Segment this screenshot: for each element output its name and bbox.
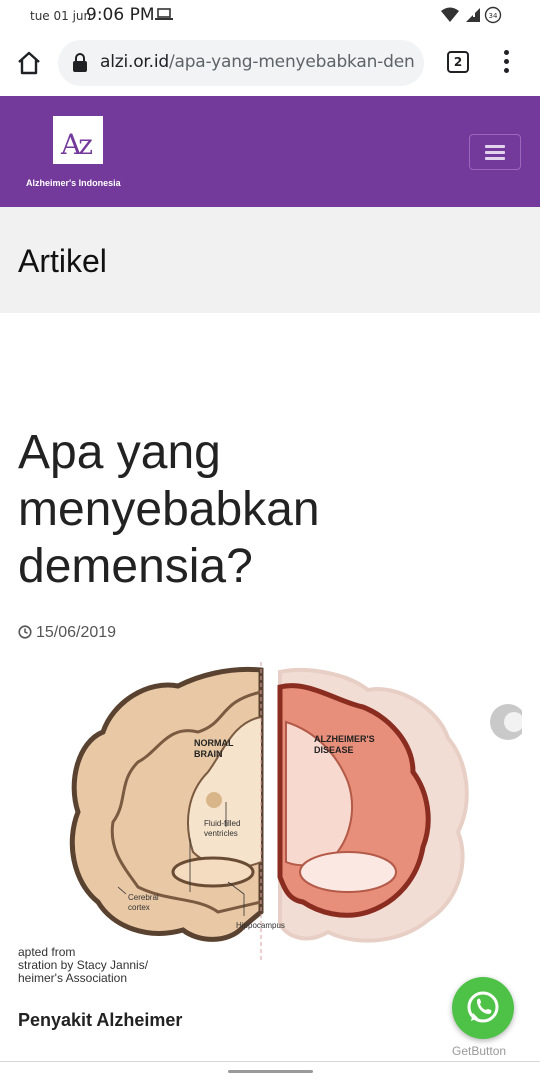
getbutton-label: GetButton bbox=[452, 1044, 507, 1058]
url-text[interactable]: alzi.or.id/apa-yang-menyebabkan-den bbox=[100, 52, 415, 72]
laptop-icon bbox=[155, 8, 173, 20]
status-bar: tue 01 jun 9:06 PM 34 bbox=[0, 0, 540, 32]
overflow-menu-button[interactable] bbox=[498, 50, 514, 76]
clock-icon bbox=[18, 625, 32, 639]
status-date: tue 01 jun bbox=[30, 9, 92, 23]
label-ventricles-1: Fluid-filled bbox=[204, 819, 240, 828]
brain-comparison-image: NORMAL BRAIN ALZHEIMER'S DISEASE Fluid-f… bbox=[69, 662, 522, 962]
divider bbox=[0, 1061, 540, 1062]
wifi-icon bbox=[441, 7, 460, 22]
whatsapp-chat-button[interactable] bbox=[452, 977, 514, 1039]
gesture-bar[interactable] bbox=[228, 1070, 313, 1073]
label-alzheimers-1: ALZHEIMER'S bbox=[314, 734, 375, 744]
label-cortex-1: Cerebral bbox=[128, 893, 159, 902]
battery-icon: 34 bbox=[484, 6, 502, 24]
label-cortex-2: cortex bbox=[128, 903, 150, 912]
article-title: Apa yang menyebabkan demensia? bbox=[18, 426, 320, 593]
signal-icon bbox=[465, 8, 480, 22]
home-icon[interactable] bbox=[14, 48, 44, 78]
whatsapp-icon bbox=[467, 991, 499, 1023]
label-ventricles-2: ventricles bbox=[204, 829, 238, 838]
label-alzheimers-2: DISEASE bbox=[314, 745, 354, 755]
tab-switcher-button[interactable]: 2 bbox=[447, 51, 469, 73]
url-path: /apa-yang-menyebabkan-den bbox=[168, 52, 415, 72]
article-date: 15/06/2019 bbox=[18, 624, 116, 642]
page-banner: Artikel bbox=[0, 207, 540, 313]
enlarged-ventricle bbox=[299, 851, 397, 893]
battery-level: 34 bbox=[489, 12, 498, 20]
label-normal-brain-2: BRAIN bbox=[194, 749, 223, 759]
browser-toolbar: alzi.or.id/apa-yang-menyebabkan-den 2 bbox=[0, 32, 540, 96]
lock-icon bbox=[73, 53, 87, 72]
label-hippocampus: Hippocampus bbox=[236, 921, 285, 930]
status-time: 9:06 PM bbox=[86, 5, 155, 25]
nav-menu-toggle[interactable] bbox=[469, 134, 521, 170]
section-title: Artikel bbox=[18, 243, 107, 279]
image-credit: apted from stration by Stacy Jannis/ hei… bbox=[18, 946, 148, 985]
site-logo[interactable]: Az bbox=[53, 116, 103, 164]
status-icons: 34 bbox=[441, 6, 502, 24]
label-normal-brain-1: NORMAL bbox=[194, 738, 234, 748]
article-date-text: 15/06/2019 bbox=[36, 624, 117, 641]
article-subheading: Penyakit Alzheimer bbox=[18, 1010, 183, 1030]
url-domain: alzi.or.id bbox=[100, 52, 169, 72]
normal-ventricle bbox=[171, 856, 255, 888]
address-bar[interactable]: alzi.or.id/apa-yang-menyebabkan-den bbox=[58, 40, 424, 86]
logo-letters: Az bbox=[61, 128, 93, 161]
logo-caption: Alzheimer's Indonesia bbox=[26, 178, 121, 188]
credit-line-3: heimer's Association bbox=[18, 971, 128, 985]
site-header: Az Alzheimer's Indonesia bbox=[0, 96, 540, 207]
